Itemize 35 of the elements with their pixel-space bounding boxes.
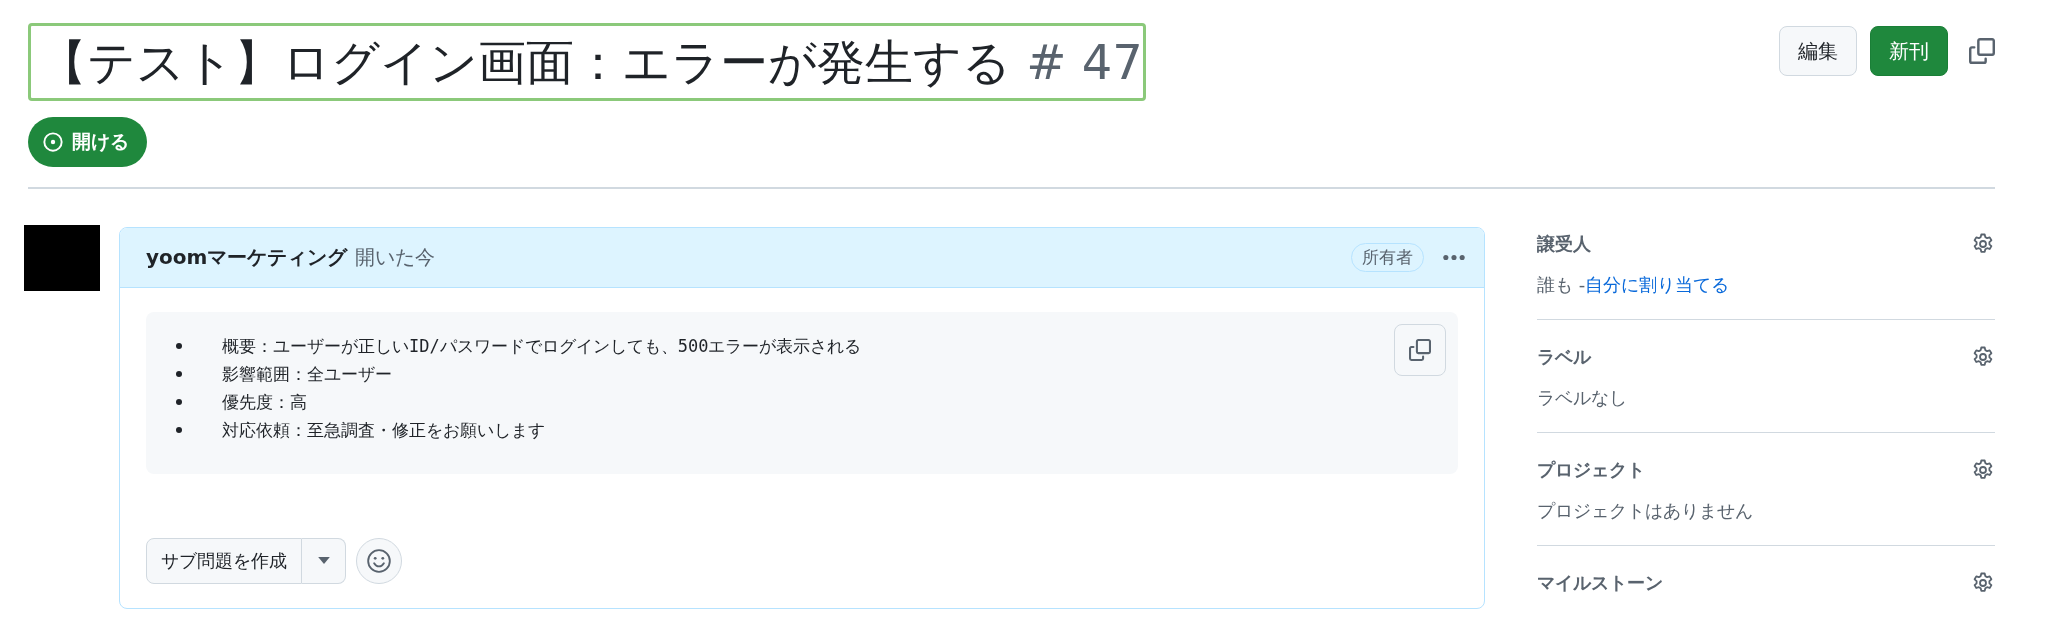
- create-subissue-button[interactable]: サブ問題を作成: [146, 537, 302, 584]
- status-badge: 開ける: [28, 117, 147, 167]
- sidebar-value: 誰も -: [1537, 273, 1586, 295]
- bullet-icon: [176, 398, 182, 405]
- settings-icon[interactable]: [1971, 457, 1995, 482]
- edit-button[interactable]: 編集: [1779, 26, 1857, 76]
- issue-title: 【テスト】ログイン画面：エラーが発生する # 47: [28, 23, 1146, 101]
- list-item: 影響範囲：全ユーザー: [222, 362, 392, 386]
- sidebar-heading: 譲受人: [1537, 231, 1591, 256]
- emoji-button[interactable]: [356, 537, 402, 584]
- open-circle-icon: [42, 131, 64, 153]
- settings-icon[interactable]: [1971, 231, 1995, 256]
- list-item: 概要：ユーザーが正しいID/パスワードでログインしても、500エラーが表示される: [222, 334, 862, 358]
- bullet-icon: [176, 342, 182, 349]
- assign-yourself-link[interactable]: 自分に割り当てる: [1585, 273, 1730, 295]
- sidebar-heading: プロジェクト: [1537, 457, 1645, 482]
- sidebar-heading: マイルストーン: [1537, 570, 1663, 595]
- settings-icon[interactable]: [1971, 344, 1995, 369]
- settings-icon[interactable]: [1971, 570, 1995, 595]
- bullet-icon: [176, 426, 182, 433]
- author-name[interactable]: yoomマーケティング: [146, 243, 348, 271]
- copy-icon[interactable]: [1969, 38, 1995, 64]
- copy-button[interactable]: [1394, 323, 1446, 376]
- bullet-icon: [176, 370, 182, 377]
- list-item: 対応依頼：至急調査・修正をお願いします: [222, 418, 545, 442]
- caret-icon: [317, 557, 330, 564]
- more-options-icon[interactable]: [1442, 253, 1466, 261]
- copy-icon: [1409, 338, 1431, 361]
- timestamp: 開いた今: [355, 243, 436, 271]
- sidebar-heading: ラベル: [1537, 344, 1591, 369]
- sidebar-value: ラベルなし: [1537, 386, 1627, 408]
- list-item: 優先度：高: [222, 390, 307, 414]
- new-issue-button[interactable]: 新刊: [1870, 26, 1948, 76]
- sidebar-value: プロジェクトはありません: [1537, 499, 1753, 521]
- smiley-icon: [366, 547, 392, 574]
